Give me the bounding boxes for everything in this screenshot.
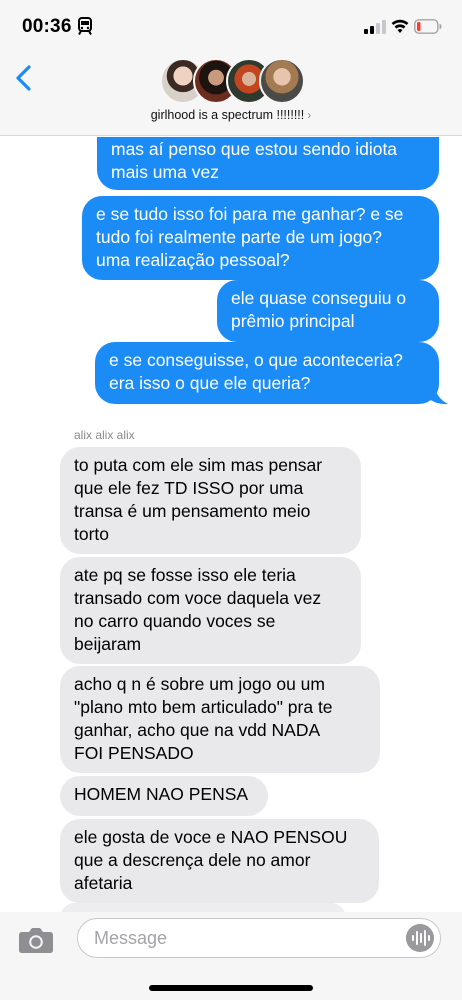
camera-icon[interactable]: [18, 926, 54, 954]
message-line: ele gosta de voce e NAO PENSOU: [74, 827, 348, 847]
received-message[interactable]: ate pq se fosse isso ele teria transado …: [60, 557, 361, 664]
sender-name: alix alix alix: [74, 428, 135, 442]
message-placeholder: Message: [94, 928, 168, 948]
message-line: ate pq se fosse isso ele teria: [74, 565, 296, 585]
home-indicator: [149, 985, 313, 991]
received-message[interactable]: [60, 903, 346, 912]
received-message[interactable]: ele gosta de voce e NAO PENSOU que a des…: [60, 819, 379, 903]
avatar: [259, 58, 305, 104]
status-bar: 00:36: [0, 0, 462, 54]
group-name-label: girlhood is a spectrum !!!!!!!!: [150, 108, 305, 122]
wifi-icon: [391, 19, 409, 33]
message-line: que ele fez TD ISSO por uma: [74, 478, 304, 498]
bubble-tail: [428, 384, 448, 405]
chevron-right-icon: ›: [307, 108, 312, 122]
message-line: FOI PENSADO: [74, 743, 194, 763]
message-line: mais uma vez: [111, 162, 219, 182]
message-line: ele quase conseguiu o: [231, 288, 407, 308]
battery-low-icon: [414, 19, 442, 34]
sent-message[interactable]: ele quase conseguiu o prêmio principal: [217, 280, 439, 342]
cellular-signal-icon: [364, 20, 386, 34]
message-line: tudo foi realmente parte de um jogo?: [96, 227, 383, 247]
group-avatars[interactable]: [160, 58, 305, 106]
message-list[interactable]: mas aí penso que estou sendo idiota mais…: [0, 137, 462, 912]
received-message[interactable]: to puta com ele sim mas pensar que ele f…: [60, 447, 361, 554]
message-line: e se conseguisse, o que aconteceria?: [109, 350, 403, 370]
message-input-bar: Message: [0, 912, 462, 1000]
audio-waveform-icon[interactable]: [406, 924, 434, 952]
message-line: to puta com ele sim mas pensar: [74, 455, 323, 475]
message-line: acho q n é sobre um jogo ou um: [74, 674, 325, 694]
message-line: era isso o que ele queria?: [109, 373, 311, 393]
message-line: "plano mto bem articulado" pra te: [74, 697, 333, 717]
message-line: afetaria: [74, 873, 133, 893]
message-line: e se tudo isso foi para me ganhar? e se: [96, 204, 404, 224]
message-input[interactable]: Message: [77, 918, 441, 958]
message-line: uma realização pessoal?: [96, 250, 290, 270]
message-line: ganhar, acho que na vdd NADA: [74, 720, 321, 740]
sent-message[interactable]: mas aí penso que estou sendo idiota mais…: [97, 137, 439, 190]
received-message[interactable]: HOMEM NAO PENSA: [60, 776, 268, 816]
message-line: mas aí penso que estou sendo idiota: [111, 139, 398, 159]
message-line: HOMEM NAO PENSA: [74, 784, 249, 804]
message-line: prêmio principal: [231, 311, 355, 331]
message-line: no carro quando voces se: [74, 611, 276, 631]
status-time: 00:36: [22, 16, 72, 37]
message-line: torto: [74, 524, 110, 544]
message-line: que a descrença dele no amor: [74, 850, 311, 870]
message-line: transa é um pensamento meio: [74, 501, 311, 521]
chevron-left-icon[interactable]: [14, 64, 34, 92]
group-name[interactable]: girlhood is a spectrum !!!!!!!! ›: [0, 108, 462, 122]
message-line: beijaram: [74, 634, 142, 654]
sent-message[interactable]: e se conseguisse, o que aconteceria? era…: [95, 342, 439, 404]
train-icon: [78, 17, 92, 35]
conversation-header: girlhood is a spectrum !!!!!!!! ›: [0, 54, 462, 136]
sent-message[interactable]: e se tudo isso foi para me ganhar? e se …: [82, 196, 439, 280]
message-line: transado com voce daquela vez: [74, 588, 322, 608]
received-message[interactable]: acho q n é sobre um jogo ou um "plano mt…: [60, 666, 380, 773]
